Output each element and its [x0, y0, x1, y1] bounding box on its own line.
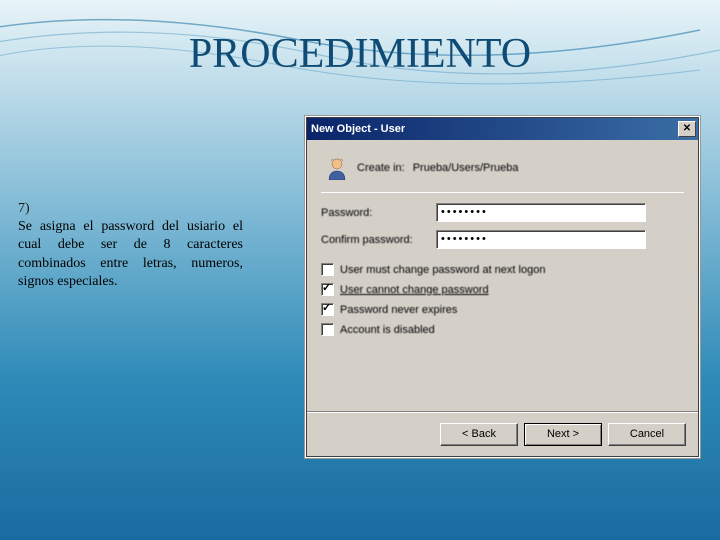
cancel-button[interactable]: Cancel — [608, 423, 686, 446]
step-number: 7) — [18, 200, 40, 218]
password-input[interactable]: •••••••• — [436, 203, 646, 222]
dialog-button-bar: < Back Next > Cancel — [307, 412, 698, 456]
divider — [321, 192, 684, 193]
checkbox-never-expires[interactable] — [321, 303, 334, 316]
checkbox-change-next-logon[interactable] — [321, 263, 334, 276]
dialog-titlebar: New Object - User ✕ — [307, 118, 698, 140]
slide-title: PROCEDIMIENTO — [0, 30, 720, 78]
create-in-label: Create in: — [357, 162, 405, 174]
step-text: Se asigna el password del usiario el cua… — [18, 218, 243, 291]
password-label: Password: — [321, 207, 436, 219]
label-never-expires: Password never expires — [340, 304, 457, 316]
label-cannot-change: User cannot change password — [340, 284, 489, 296]
checkbox-account-disabled[interactable] — [321, 323, 334, 336]
back-button[interactable]: < Back — [440, 423, 518, 446]
checkbox-cannot-change[interactable] — [321, 283, 334, 296]
step-description: 7) Se asigna el password del usiario el … — [18, 200, 268, 291]
confirm-password-label: Confirm password: — [321, 234, 436, 246]
next-button[interactable]: Next > — [524, 423, 602, 446]
dialog-window: New Object - User ✕ Create in: Prueba/Us… — [305, 116, 700, 458]
label-account-disabled: Account is disabled — [340, 324, 435, 336]
close-button[interactable]: ✕ — [678, 121, 696, 137]
confirm-password-input[interactable]: •••••••• — [436, 230, 646, 249]
label-change-next-logon: User must change password at next logon — [340, 264, 545, 276]
create-in-path: Prueba/Users/Prueba — [413, 162, 519, 174]
dialog-title: New Object - User — [311, 123, 405, 135]
user-icon — [325, 156, 349, 180]
